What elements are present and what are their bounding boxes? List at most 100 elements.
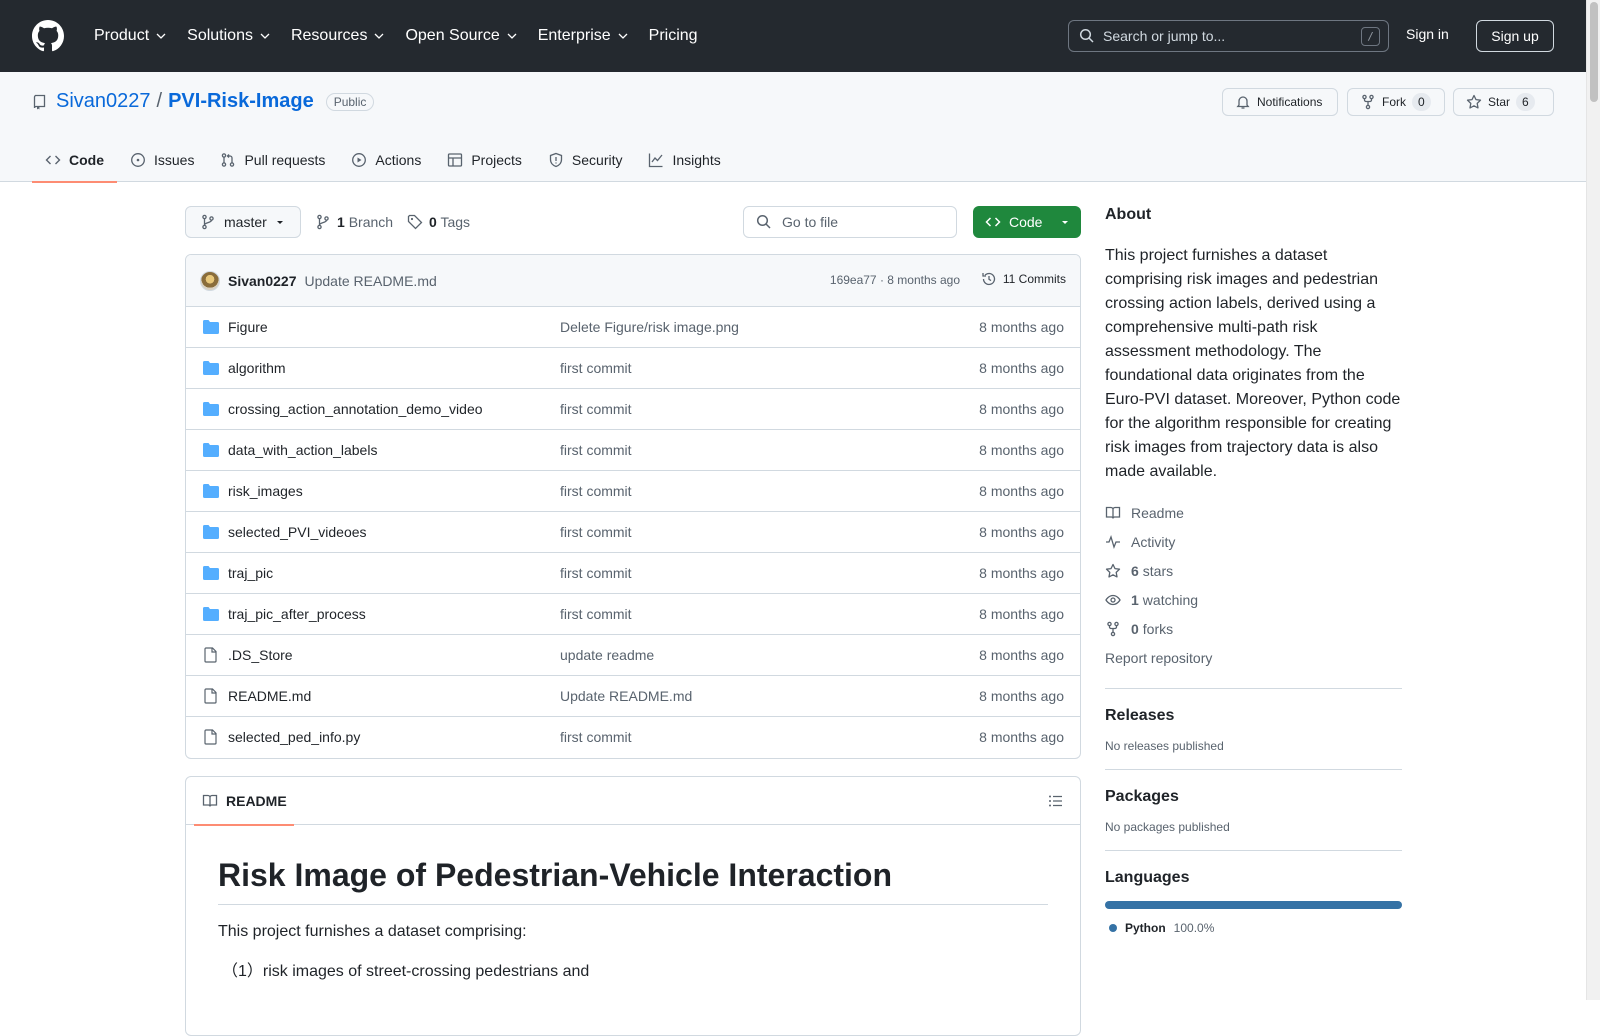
tags-link[interactable]: 0 Tags: [429, 214, 470, 230]
file-row[interactable]: README.md Update README.md 8 months ago: [186, 676, 1080, 717]
file-commit-message-link[interactable]: update readme: [560, 647, 654, 663]
file-row[interactable]: Figure Delete Figure/risk image.png 8 mont…: [186, 307, 1080, 348]
tab-pull-requests[interactable]: Pull requests: [207, 138, 338, 182]
nav-product-label: Product: [94, 27, 150, 44]
repo-name-link[interactable]: PVI-Risk-Image: [168, 90, 314, 113]
star-button[interactable]: Star 6: [1453, 88, 1554, 116]
tag-icon: [407, 214, 423, 230]
git-branch-icon: [317, 214, 329, 230]
packages-heading[interactable]: Packages: [1105, 788, 1402, 806]
file-commit-message-link[interactable]: first commit: [560, 483, 632, 499]
file-name-link[interactable]: .DS_Store: [228, 647, 293, 663]
activity-link[interactable]: Activity: [1105, 527, 1402, 556]
tab-projects[interactable]: Projects: [434, 138, 535, 182]
avatar[interactable]: [200, 270, 220, 291]
file-name-link[interactable]: README.md: [228, 688, 311, 704]
nav-enterprise[interactable]: Enterprise: [530, 21, 637, 51]
file-commit-message-link[interactable]: Delete Figure/risk image.png: [560, 319, 739, 335]
file-commit-message-link[interactable]: first commit: [560, 729, 632, 745]
watchers-link[interactable]: 1 watching: [1105, 585, 1402, 614]
fork-count: 0: [1412, 93, 1431, 111]
file-row[interactable]: risk_images first commit 8 months ago: [186, 471, 1080, 512]
repo-owner-link[interactable]: Sivan0227: [56, 90, 151, 113]
file-commit-message-link[interactable]: first commit: [560, 442, 632, 458]
tab-security[interactable]: Security: [535, 138, 636, 182]
commit-author-link[interactable]: Sivan0227: [228, 273, 297, 289]
tag-count: 0: [429, 214, 437, 230]
forks-count: 0: [1131, 620, 1139, 637]
sign-up-button[interactable]: Sign up: [1476, 20, 1554, 52]
page-scrollbar[interactable]: [1586, 0, 1600, 1000]
file-commit-time: 8 months ago: [979, 524, 1064, 540]
file-name-link[interactable]: selected_ped_info.py: [228, 729, 360, 745]
report-repository-link[interactable]: Report repository: [1105, 643, 1402, 672]
file-name-link[interactable]: traj_pic_after_process: [228, 606, 366, 622]
watching-count: 1: [1131, 591, 1139, 608]
file-commit-time: 8 months ago: [979, 688, 1064, 704]
file-name-link[interactable]: selected_PVI_videoes: [228, 524, 367, 540]
readme-list-item: （1）risk images of street-crossing pedest…: [222, 963, 590, 980]
notifications-button[interactable]: Notifications: [1222, 88, 1338, 116]
file-commit-message-link[interactable]: Update README.md: [560, 688, 692, 704]
file-commit-message-link[interactable]: first commit: [560, 360, 632, 376]
language-name: Python: [1125, 921, 1166, 935]
branch-selector-button[interactable]: master: [185, 206, 301, 238]
tab-code[interactable]: Code: [32, 138, 117, 183]
file-commit-message-link[interactable]: first commit: [560, 565, 632, 581]
file-commit-message-link[interactable]: first commit: [560, 524, 632, 540]
tab-insights[interactable]: Insights: [635, 138, 733, 182]
file-commit-message-link[interactable]: first commit: [560, 606, 632, 622]
nav-resources[interactable]: Resources: [283, 21, 393, 51]
file-row[interactable]: selected_ped_info.py first commit 8 months…: [186, 717, 1080, 758]
repo-icon: [33, 94, 46, 109]
file-commit-time: 8 months ago: [979, 319, 1064, 335]
sign-in-link[interactable]: Sign in: [1406, 26, 1449, 42]
tab-actions[interactable]: Actions: [338, 138, 434, 182]
file-row[interactable]: selected_PVI_videoes first commit 8 months…: [186, 512, 1080, 553]
github-logo-icon[interactable]: [32, 20, 64, 52]
book-icon: [202, 794, 218, 807]
file-row[interactable]: .DS_Store update readme 8 months ago: [186, 635, 1080, 676]
scrollbar-thumb[interactable]: [1590, 2, 1598, 102]
file-row[interactable]: traj_pic first commit 8 months ago: [186, 553, 1080, 594]
file-name-link[interactable]: risk_images: [228, 483, 303, 499]
fork-button[interactable]: Fork 0: [1347, 88, 1445, 116]
list-unordered-icon[interactable]: [1048, 793, 1064, 809]
code-dropdown-button[interactable]: Code: [973, 206, 1081, 238]
commits-history-link[interactable]: 11 Commits: [981, 271, 1066, 287]
nav-solutions[interactable]: Solutions: [179, 21, 279, 51]
go-to-file-input[interactable]: Go to file: [743, 206, 957, 238]
commit-message-link[interactable]: Update README.md: [305, 273, 437, 289]
releases-heading[interactable]: Releases: [1105, 707, 1402, 725]
stars-link[interactable]: 6 stars: [1105, 556, 1402, 585]
file-name-link[interactable]: crossing_action_annotation_demo_video: [228, 401, 483, 417]
file-row[interactable]: crossing_action_annotation_demo_video fir…: [186, 389, 1080, 430]
file-commit-time: 8 months ago: [979, 565, 1064, 581]
readme-link[interactable]: Readme: [1105, 498, 1402, 527]
branches-link[interactable]: 1 Branch: [337, 214, 393, 230]
readme-tab-label: README: [226, 793, 287, 809]
file-row[interactable]: traj_pic_after_process first commit 8 mont…: [186, 594, 1080, 635]
tab-readme[interactable]: README: [194, 777, 294, 826]
language-item-python[interactable]: Python 100.0%: [1105, 921, 1402, 935]
file-row[interactable]: data_with_action_labels first commit 8 mon…: [186, 430, 1080, 471]
file-name-link[interactable]: algorithm: [228, 360, 286, 376]
nav-pricing[interactable]: Pricing: [641, 21, 706, 51]
file-name-link[interactable]: data_with_action_labels: [228, 442, 377, 458]
caret-down-icon: [1062, 221, 1069, 224]
commit-meta[interactable]: 169ea77 · 8 months ago: [830, 273, 960, 287]
file-row[interactable]: algorithm first commit 8 months ago: [186, 348, 1080, 389]
tab-security-label: Security: [571, 152, 623, 168]
forks-link[interactable]: 0 forks: [1105, 614, 1402, 643]
nav-product[interactable]: Product: [86, 21, 175, 51]
nav-pricing-label: Pricing: [648, 27, 698, 44]
file-name-link[interactable]: traj_pic: [228, 565, 273, 581]
star-icon: [1105, 563, 1121, 578]
file-name-link[interactable]: Figure: [228, 319, 268, 335]
readme-body: Risk Image of Pedestrian-Vehicle Interac…: [186, 825, 1080, 981]
search-input[interactable]: Search or jump to... /: [1068, 20, 1389, 52]
language-bar: [1105, 901, 1402, 909]
tab-issues[interactable]: Issues: [117, 138, 207, 182]
nav-open-source[interactable]: Open Source: [397, 21, 525, 51]
file-commit-message-link[interactable]: first commit: [560, 401, 632, 417]
